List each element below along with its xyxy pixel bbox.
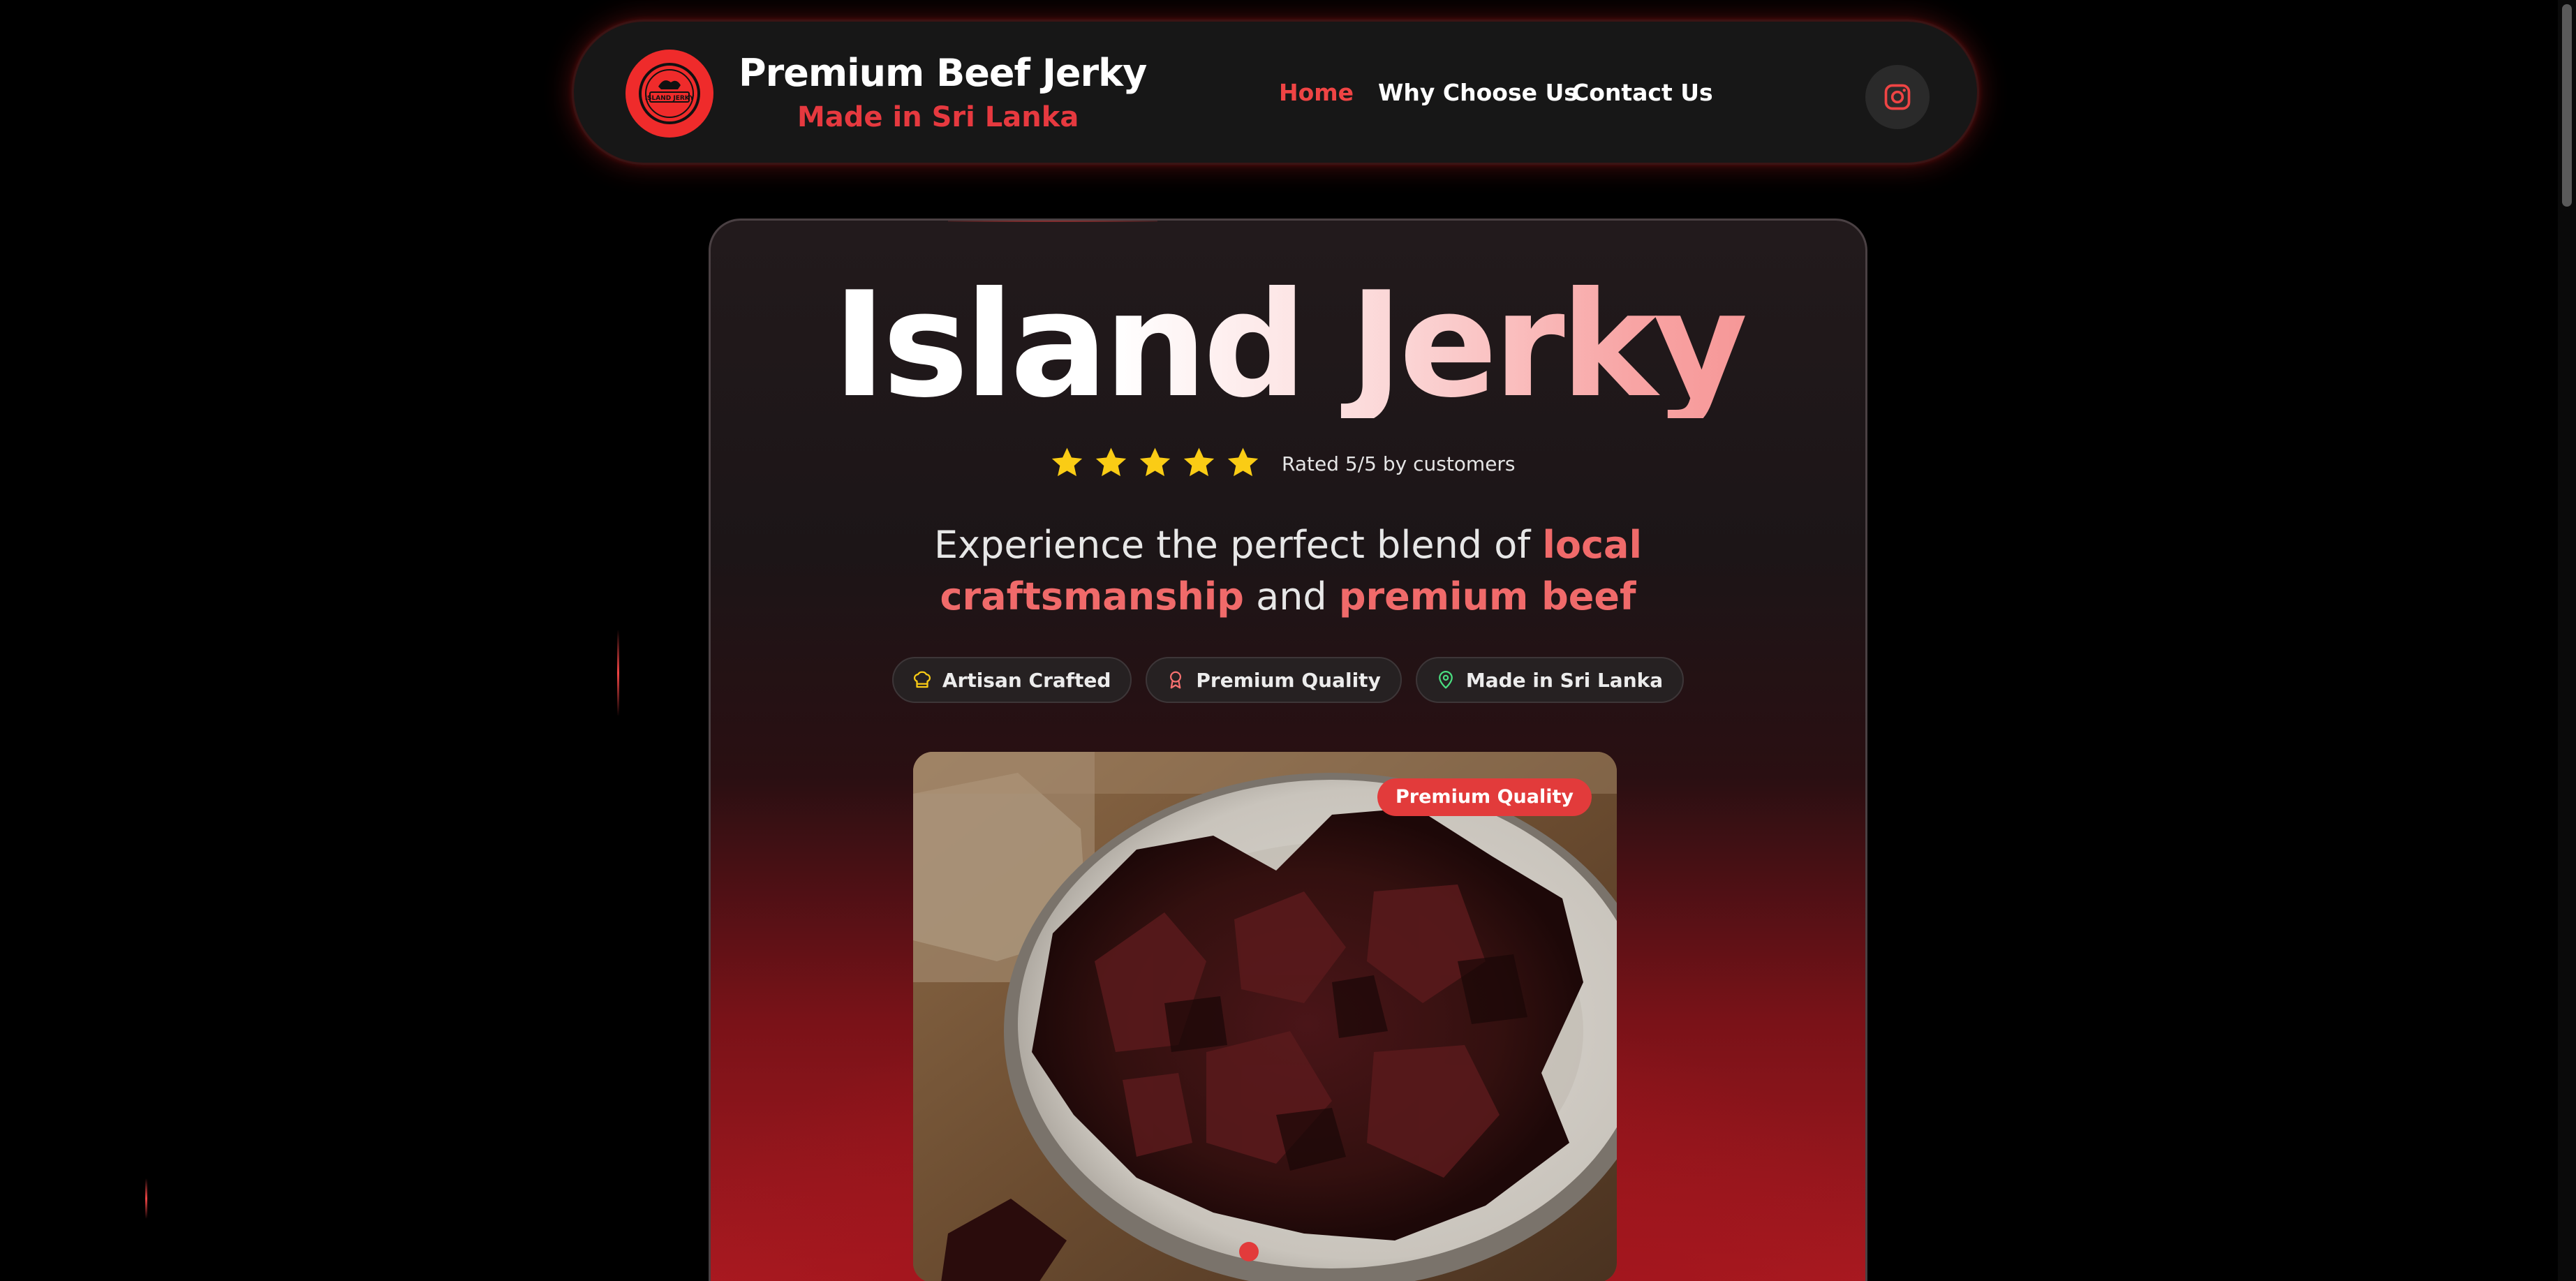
star-icon [1051,447,1083,477]
star-icon [1183,447,1215,477]
rating-stars [1049,444,1261,481]
decor-streak [617,630,619,716]
page-scrollbar[interactable] [2558,0,2576,1281]
carousel-dots [913,1242,1617,1261]
navbar: ISLAND JERKY Premium Beef Jerky Made in … [572,20,1979,165]
tagline-text-and: and [1243,575,1339,619]
map-pin-icon [1438,671,1453,689]
nav-contact-us-link[interactable]: Contact Us [1572,79,1713,106]
hero-tagline: Experience the perfect blend of local cra… [711,519,1865,623]
badge-made-in-sri-lanka: Made in Sri Lanka [1415,657,1685,703]
badge-label: Premium Quality [1196,668,1381,692]
badge-artisan-crafted: Artisan Crafted [891,657,1132,703]
hero-title: Island Jerky [711,273,1865,418]
star-icon [1095,447,1127,477]
badge-label: Made in Sri Lanka [1465,668,1664,692]
scrollbar-thumb[interactable] [2562,4,2572,207]
tagline-text: Experience the perfect blend of [933,523,1543,567]
nav-links: Home Why Choose Us Contact Us [574,22,1977,163]
award-ribbon-icon [1170,671,1182,689]
product-image: Premium Quality [913,752,1617,1281]
feature-badges: Artisan Crafted Premium Quality Made in … [711,657,1865,703]
nav-why-choose-us-link[interactable]: Why Choose Us [1378,79,1578,106]
nav-home-link[interactable]: Home [1279,79,1354,106]
hero-top-glow [948,221,1157,222]
rating-text: Rated 5/5 by customers [1282,452,1516,475]
star-icon [1227,447,1259,477]
star-icon [1139,447,1171,477]
carousel-dot-1[interactable] [1239,1242,1259,1261]
decor-streak [145,1178,147,1219]
chef-hat-icon [913,671,931,688]
badge-label: Artisan Crafted [942,668,1111,692]
instagram-button[interactable] [1865,65,1930,129]
instagram-icon [1884,84,1911,110]
tagline-highlight-beef: premium beef [1338,575,1636,619]
premium-quality-badge: Premium Quality [1377,778,1592,816]
hero-card: Island Jerky Rated 5/5 by customers Expe… [709,219,1867,1281]
beef-jerky-photo [913,752,1617,1281]
badge-premium-quality: Premium Quality [1146,657,1402,703]
page: ISLAND JERKY Premium Beef Jerky Made in … [0,0,2576,1281]
